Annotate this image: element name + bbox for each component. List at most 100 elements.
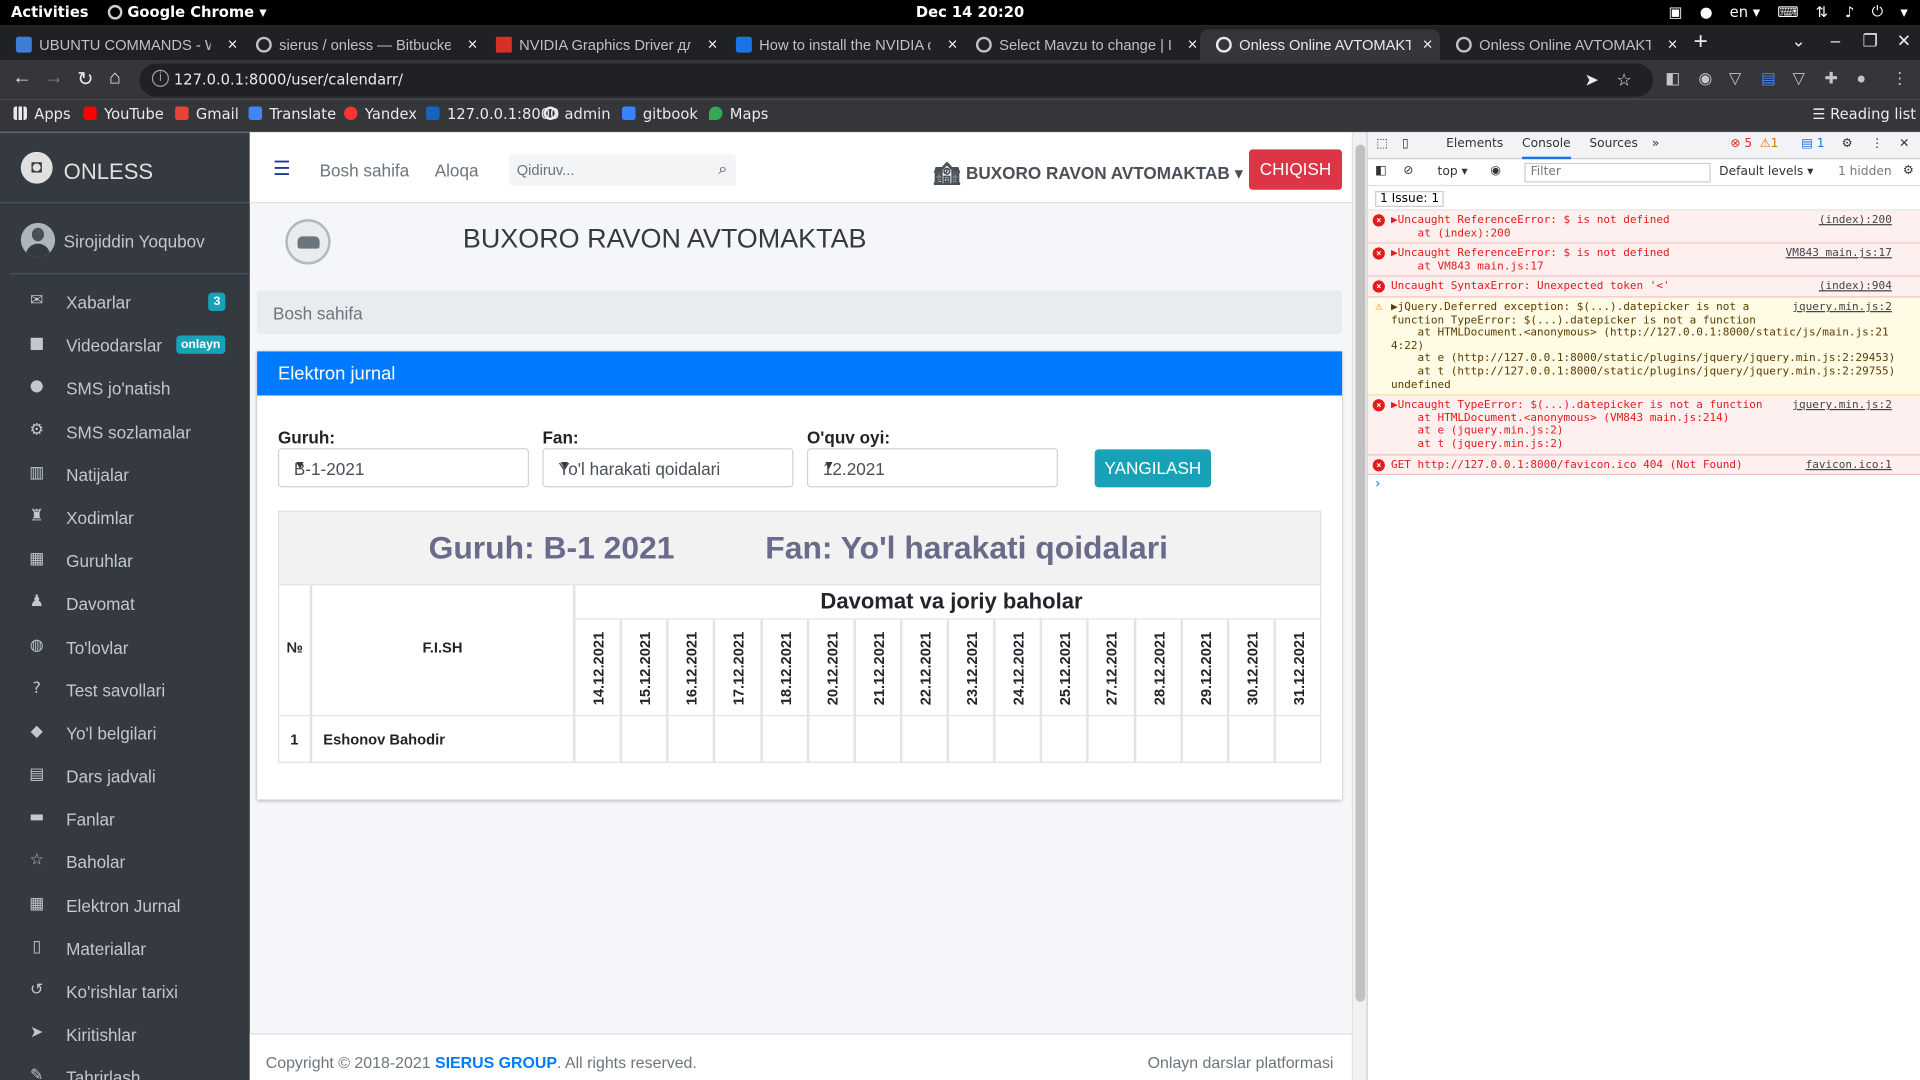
browser-tab-active[interactable]: Onless Online AVTOMAKTAB×: [1200, 29, 1441, 61]
hamburger-menu-icon[interactable]: ☰: [273, 157, 291, 181]
grade-cell[interactable]: [761, 716, 808, 763]
grade-cell[interactable]: [667, 716, 715, 763]
reading-list-button[interactable]: ☰ Reading list: [1812, 105, 1916, 122]
logout-button[interactable]: CHIQISH: [1248, 149, 1343, 190]
sidebar-item[interactable]: ↺ Ko'rishlar tarixi: [0, 969, 250, 1012]
grade-cell[interactable]: [714, 716, 762, 763]
company-link[interactable]: SIERUS GROUP: [435, 1053, 557, 1071]
extension-icon[interactable]: ◧: [1665, 69, 1680, 89]
source-link[interactable]: (index):200: [1819, 214, 1892, 226]
user-panel[interactable]: Sirojiddin Yoqubov: [9, 203, 250, 275]
browser-tab[interactable]: NVIDIA Graphics Driver для Linux×: [480, 29, 725, 60]
tab-elements[interactable]: Elements: [1446, 137, 1503, 150]
sidebar-item[interactable]: ◍ To'lovlar: [0, 624, 250, 667]
screen-icon[interactable]: ▣: [1669, 3, 1683, 20]
bookmark-apps[interactable]: Apps: [13, 105, 71, 122]
grade-cell[interactable]: [620, 716, 668, 763]
settings-gear-icon[interactable]: ⚙: [1842, 137, 1853, 150]
volume-icon[interactable]: ♪: [1845, 3, 1854, 20]
grade-cell[interactable]: [901, 716, 948, 763]
nav-contact-link[interactable]: Aloqa: [435, 160, 479, 180]
home-icon[interactable]: ⌂: [109, 67, 121, 89]
kebab-menu-icon[interactable]: ⋮: [1871, 137, 1883, 150]
url-text[interactable]: 127.0.0.1:8000/user/calendarr/: [174, 71, 403, 88]
bookmark-youtube[interactable]: YouTube: [83, 105, 164, 122]
more-tabs-icon[interactable]: »: [1652, 137, 1660, 150]
levels-select[interactable]: Default levels ▾: [1719, 165, 1813, 178]
clear-console-icon[interactable]: ⊘: [1403, 164, 1413, 177]
user-name[interactable]: Sirojiddin Yoqubov: [64, 231, 205, 251]
close-icon[interactable]: ×: [948, 34, 958, 54]
info-icon[interactable]: i: [151, 69, 169, 87]
vue-icon[interactable]: ▽: [1793, 69, 1805, 89]
browser-tab[interactable]: Onless Online AVTOMAKTAB×: [1440, 29, 1685, 60]
clock[interactable]: Dec 14 20:20: [916, 4, 1024, 21]
power-icon[interactable]: ⏻: [1872, 2, 1884, 20]
console-warning[interactable]: ⚠ ▶jQuery.Deferred exception: $(...).date…: [1367, 297, 1920, 396]
bookmark-admin[interactable]: admin: [543, 105, 611, 122]
grade-cell[interactable]: [1087, 716, 1135, 763]
grade-cell[interactable]: [1227, 716, 1275, 763]
sidebar-item[interactable]: ✉ Xabarlar 3: [0, 279, 250, 322]
close-window-icon[interactable]: ✕: [1897, 31, 1911, 52]
sidebar-item[interactable]: ▦ Guruhlar: [0, 538, 250, 581]
bookmark-gmail[interactable]: Gmail: [175, 105, 239, 122]
grade-cell[interactable]: [807, 716, 855, 763]
sidebar-item[interactable]: ● SMS jo'natish: [0, 365, 250, 408]
source-link[interactable]: jquery.min.js:2: [1792, 301, 1892, 313]
close-devtools-icon[interactable]: ✕: [1899, 137, 1909, 150]
chrome-tray-icon[interactable]: ●: [1700, 3, 1713, 20]
tab-search-icon[interactable]: ⌄: [1791, 31, 1805, 52]
app-menu[interactable]: Google Chrome ▾: [107, 4, 267, 21]
sidebar-item[interactable]: ⚙ SMS sozlamalar: [0, 408, 250, 451]
back-icon[interactable]: ←: [12, 67, 32, 89]
bookmark-gitbook[interactable]: gitbook: [622, 105, 698, 122]
close-icon[interactable]: ×: [1188, 34, 1198, 54]
device-toggle-icon[interactable]: ▯: [1402, 137, 1409, 150]
sidebar-toggle-icon[interactable]: ◧: [1375, 164, 1387, 177]
school-dropdown[interactable]: 🏫︎ BUXORO RAVON AVTOMAKTAB ▾: [933, 162, 1243, 188]
network-icon[interactable]: ⇅: [1816, 3, 1828, 20]
grade-cell[interactable]: [1134, 716, 1182, 763]
close-icon[interactable]: ×: [468, 34, 478, 54]
menu-icon[interactable]: ⋮: [1892, 69, 1908, 89]
system-tray[interactable]: ▣ ● en ▾ ⌨ ⇅ ♪ ⏻ ▾: [1669, 2, 1908, 20]
grade-cell[interactable]: [1274, 716, 1322, 763]
bookmark-yandex[interactable]: Yandex: [344, 105, 417, 122]
page-scrollbar[interactable]: [1351, 132, 1367, 1080]
console-error[interactable]: × ▶Uncaught ReferenceError: $ is not defi…: [1367, 210, 1920, 244]
camera-icon[interactable]: ◉: [1698, 69, 1712, 89]
activities-button[interactable]: Activities: [11, 4, 89, 21]
maximize-icon[interactable]: ❐: [1862, 31, 1877, 52]
browser-tab[interactable]: UBUNTU COMMANDS - WEB DEV×: [0, 29, 245, 60]
reload-icon[interactable]: ↻: [77, 67, 93, 91]
console-error[interactable]: × ▶Uncaught TypeError: $(...).datepicker …: [1367, 395, 1920, 455]
sidebar-item[interactable]: ▤ Dars jadvali: [0, 753, 250, 796]
console-error[interactable]: × GET http://127.0.0.1:8000/favicon.ico 4…: [1367, 455, 1920, 476]
search-input[interactable]: Qidiruv... ⌕: [509, 154, 736, 187]
close-icon[interactable]: ×: [1423, 34, 1433, 54]
language-indicator[interactable]: en ▾: [1730, 3, 1760, 20]
console-filter-input[interactable]: Filter: [1524, 162, 1711, 183]
close-icon[interactable]: ×: [708, 34, 718, 54]
translate-icon[interactable]: ▤: [1761, 69, 1776, 89]
browser-tab[interactable]: sierus / onless — Bitbucket ×: [240, 29, 485, 60]
sidebar-item[interactable]: ☆ Baholar: [0, 839, 250, 882]
grade-cell[interactable]: [947, 716, 995, 763]
error-count[interactable]: ⊗ 5: [1730, 137, 1752, 150]
new-tab-button[interactable]: +: [1693, 28, 1707, 56]
console-error[interactable]: × ▶Uncaught ReferenceError: $ is not defi…: [1367, 243, 1920, 278]
address-bar[interactable]: i 127.0.0.1:8000/user/calendarr/ ➤ ☆: [139, 63, 1654, 97]
month-select[interactable]: 12.2021 ▼: [806, 448, 1058, 488]
puzzle-icon[interactable]: ✚: [1824, 69, 1837, 89]
bookmark-localhost[interactable]: 127.0.0.1:8000: [426, 105, 559, 122]
sidebar-item[interactable]: ♟ Davomat: [0, 581, 250, 624]
close-icon[interactable]: ×: [1668, 34, 1678, 54]
grade-cell[interactable]: [574, 716, 621, 763]
grade-cell[interactable]: [854, 716, 902, 763]
source-link[interactable]: (index):904: [1819, 281, 1892, 293]
sidebar-item[interactable]: ▬ Fanlar: [0, 796, 250, 839]
tab-console[interactable]: Console: [1522, 137, 1571, 160]
profile-avatar[interactable]: ●: [1856, 69, 1866, 87]
sidebar-item[interactable]: ? Test savollari: [0, 667, 250, 710]
